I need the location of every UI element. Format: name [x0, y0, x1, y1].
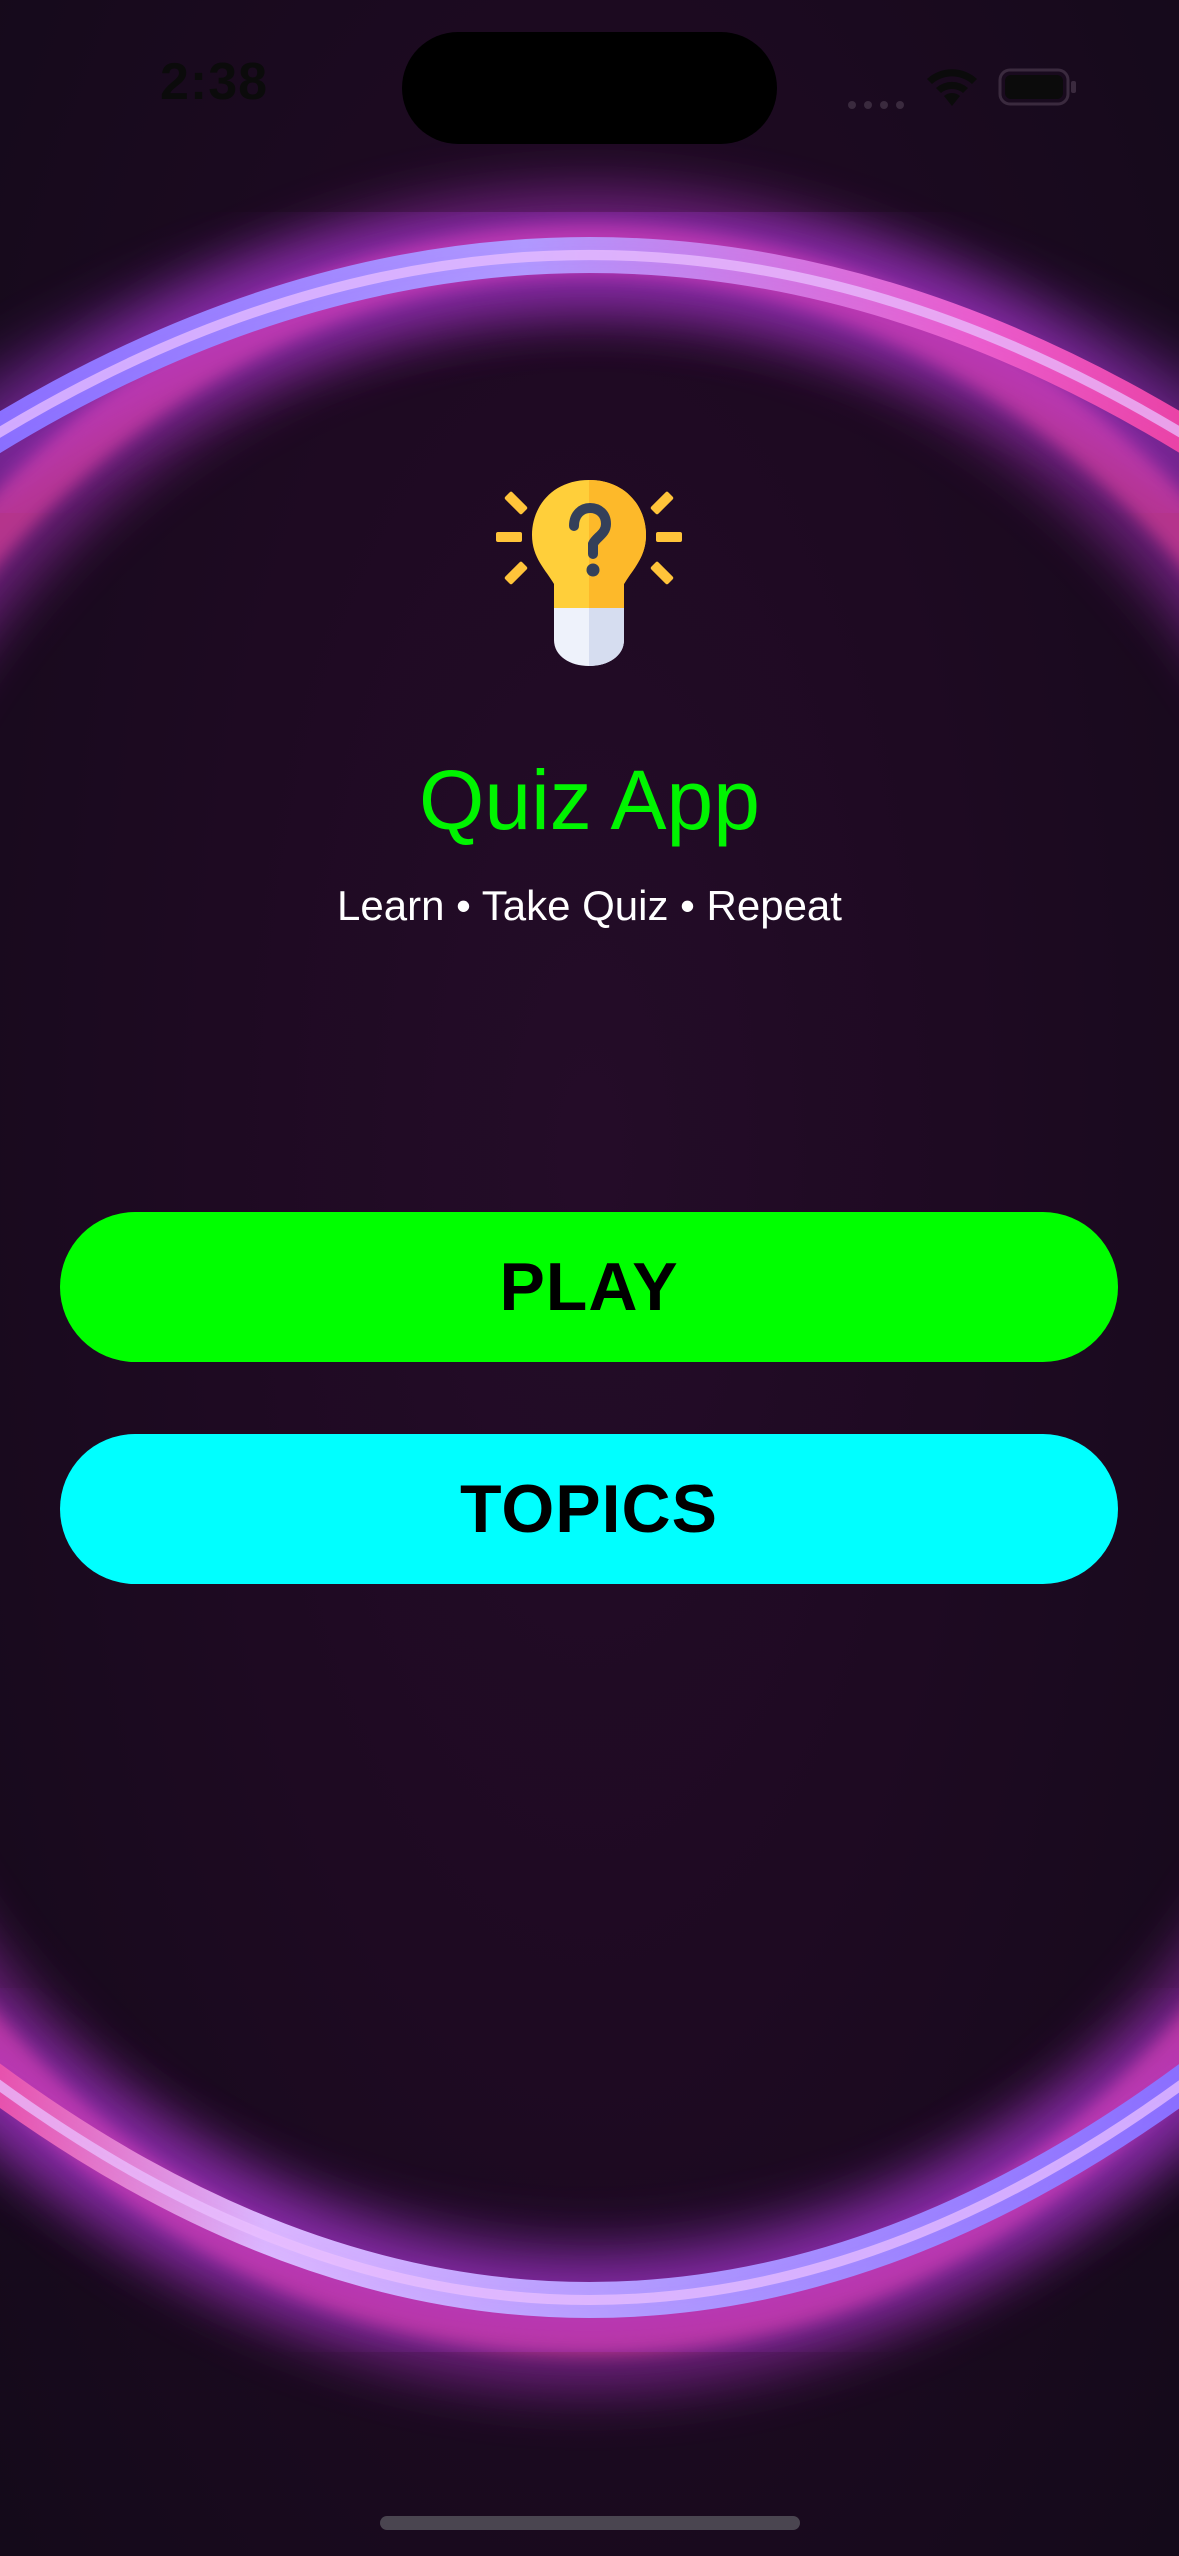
home-screen: 2:38 Quiz App Learn • Take Quiz • Repeat…: [0, 0, 1179, 2556]
dynamic-island: [402, 32, 777, 144]
lightbulb-question-icon: [496, 480, 682, 666]
status-bar: 2:38: [0, 0, 1179, 170]
cellular-signal-icon: [848, 96, 912, 114]
home-indicator[interactable]: [380, 2516, 800, 2530]
app-title: Quiz App: [419, 753, 760, 847]
battery-icon: [998, 68, 1076, 106]
app-subtitle: Learn • Take Quiz • Repeat: [337, 882, 842, 929]
status-time: 2:38: [160, 53, 269, 111]
topics-button[interactable]: TOPICS: [60, 1434, 1118, 1584]
play-button[interactable]: PLAY: [60, 1212, 1118, 1362]
wifi-icon: [927, 69, 977, 106]
